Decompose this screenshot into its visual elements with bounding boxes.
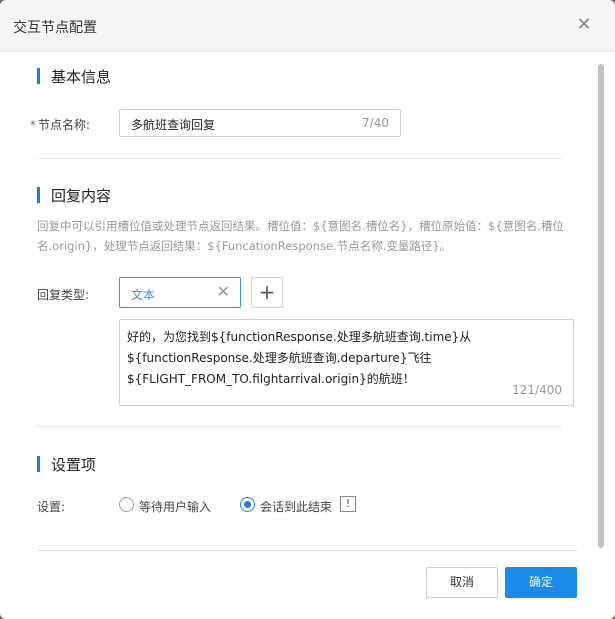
dialog-title: 交互节点配置 — [13, 20, 97, 36]
confirm-button[interactable]: 确定 — [505, 567, 577, 598]
node-name-label-text: 节点名称: — [38, 118, 91, 132]
section-title-settings: 设置项 — [37, 454, 96, 475]
section-title-basic-info: 基本信息 — [37, 66, 111, 87]
reply-hint: 回复中可以引用槽位值或处理节点返回结果。槽位值：${意图名.槽位名}，槽位原始值… — [37, 219, 564, 253]
node-name-input[interactable]: 多航班查询回复 7/40 — [119, 109, 401, 137]
divider — [37, 158, 562, 159]
radio-wait-user-input[interactable] — [119, 497, 134, 512]
node-name-label: * 节点名称: — [30, 116, 90, 133]
radio-label-wait-user-input: 等待用户输入 — [139, 500, 212, 514]
dialog-header: 交互节点配置 ✕ — [0, 0, 615, 52]
section-title-reply: 回复内容 — [37, 185, 111, 206]
node-name-char-count: 7/40 — [362, 116, 389, 130]
close-icon[interactable]: ✕ — [573, 14, 595, 36]
reply-type-label: 回复类型: — [37, 288, 90, 302]
clear-icon[interactable]: ✕ — [217, 282, 230, 302]
footer-divider — [37, 550, 577, 551]
reply-text-line: ${FLIGHT_FROM_TO.filghtarrival.origin}的航… — [127, 372, 415, 386]
radio-label-end-session: 会话到此结束 — [260, 500, 333, 514]
plus-icon: + — [258, 280, 276, 304]
scrollbar-thumb[interactable] — [598, 64, 604, 548]
required-mark: * — [30, 118, 36, 132]
reply-type-tag[interactable]: 文本 ✕ — [119, 277, 241, 308]
add-reply-type-button[interactable]: + — [251, 277, 283, 308]
reply-text: 好的，为您找到${functionResponse.处理多航班查询.time}从… — [127, 327, 567, 390]
node-name-value: 多航班查询回复 — [131, 118, 216, 132]
node-config-dialog: 交互节点配置 ✕ 基本信息 * 节点名称: 多航班查询回复 7/40 回复内容 回… — [0, 0, 615, 619]
reply-type-value: 文本 — [131, 288, 156, 302]
reply-text-area[interactable]: 好的，为您找到${functionResponse.处理多航班查询.time}从… — [119, 319, 574, 406]
reply-text-char-count: 121/400 — [512, 383, 562, 397]
settings-label: 设置: — [37, 500, 66, 514]
radio-end-session[interactable] — [240, 497, 255, 512]
cancel-button[interactable]: 取消 — [426, 567, 498, 598]
info-icon[interactable]: ! — [340, 496, 356, 512]
reply-text-line: ${functionResponse.处理多航班查询.departure}飞往 — [127, 351, 432, 365]
divider — [37, 426, 562, 427]
reply-text-line: 好的，为您找到${functionResponse.处理多航班查询.time}从 — [127, 330, 472, 344]
